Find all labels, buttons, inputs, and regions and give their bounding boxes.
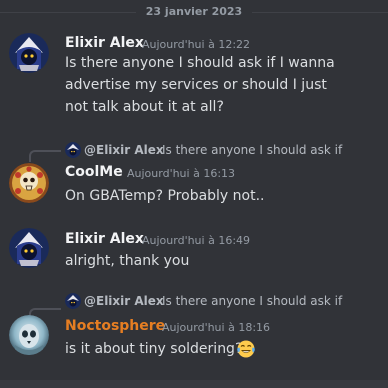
message-line: On GBATemp? Probably not..	[65, 188, 265, 204]
reply-avatar-elixir-alex[interactable]	[65, 142, 81, 158]
message-timestamp: Aujourd'hui à 16:13	[127, 167, 236, 180]
reply-preview-text[interactable]: Is there anyone I should ask if	[162, 294, 342, 308]
reply-avatar-elixir-alex[interactable]	[65, 293, 81, 309]
message-line: is it about tiny soldering?	[65, 341, 243, 357]
author-name[interactable]: Elixir Alex	[65, 231, 144, 247]
avatar-noctosphere[interactable]	[9, 315, 49, 355]
avatar-elixir-alex[interactable]	[9, 33, 49, 73]
reply-spine	[29, 150, 61, 162]
reply-author[interactable]: @Elixir Alex	[84, 294, 164, 308]
date-divider-label: 23 janvier 2023	[145, 5, 243, 18]
author-name[interactable]: Elixir Alex	[65, 35, 144, 51]
message-line: alright, thank you	[65, 253, 190, 269]
message-input-edge	[0, 380, 388, 388]
reply-preview-text[interactable]: Is there anyone I should ask if	[162, 143, 342, 157]
divider-line-right	[252, 12, 388, 13]
avatar-elixir-alex[interactable]	[9, 228, 49, 268]
message-line: Is there anyone I should ask if I wanna	[65, 55, 335, 71]
message-timestamp: Aujourd'hui à 18:16	[162, 321, 271, 334]
message-timestamp: Aujourd'hui à 12:22	[142, 38, 251, 51]
date-divider: 23 janvier 2023	[0, 4, 388, 22]
author-name[interactable]: Noctosphere	[65, 318, 165, 334]
reply-author[interactable]: @Elixir Alex	[84, 143, 164, 157]
avatar-coolme[interactable]	[9, 163, 49, 203]
message-line: advertise my services or should I just	[65, 77, 327, 93]
author-name[interactable]: CoolMe	[65, 164, 123, 180]
divider-line-left	[0, 12, 136, 13]
chat-window: 23 janvier 2023 Elixir Alex Aujourd'hui …	[0, 0, 388, 388]
message-timestamp: Aujourd'hui à 16:49	[142, 234, 251, 247]
laughing-tears-emoji	[237, 340, 255, 358]
message-line: not talk about it at all?	[65, 99, 224, 115]
